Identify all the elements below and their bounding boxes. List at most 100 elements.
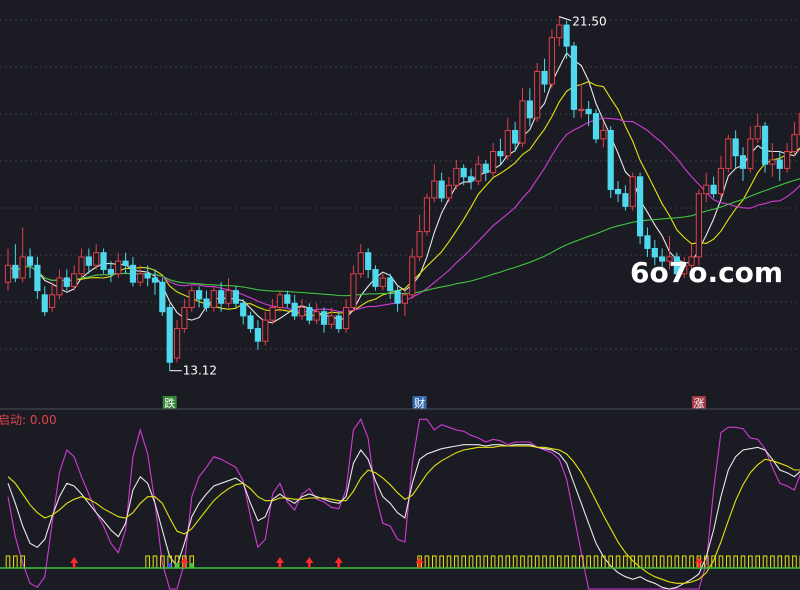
candle-body (585, 108, 592, 115)
candle-body (776, 159, 783, 169)
signal-bar (498, 555, 503, 569)
signal-bar (549, 555, 555, 569)
candle-body (137, 273, 144, 283)
candle-body (784, 151, 791, 169)
signal-bars (5, 555, 800, 569)
candle-body (365, 252, 372, 271)
candle-body (357, 252, 364, 275)
signal-bar (784, 555, 790, 569)
candle-body (63, 277, 70, 287)
candle-body (196, 290, 203, 300)
candle-body (328, 315, 335, 325)
candle-body (12, 264, 19, 279)
low-price-label: 13.12 (183, 364, 217, 378)
candle-body (637, 176, 644, 237)
signal-bar (623, 555, 628, 569)
candle-body (607, 129, 614, 190)
candle-body (416, 231, 423, 258)
candle-body (387, 277, 394, 292)
candle-body (372, 269, 379, 287)
signal-bar (718, 555, 724, 569)
indicator-label: 启动: 0.00 (0, 413, 57, 427)
signal-bar (777, 555, 783, 569)
candle-body (541, 70, 548, 85)
candle-body (107, 269, 115, 275)
signal-bar (586, 555, 591, 569)
candle-body (460, 167, 467, 178)
signal-bar (13, 555, 18, 569)
candle-body (445, 184, 453, 199)
signal-bar (556, 555, 562, 569)
candle-body (225, 290, 232, 304)
candle-body (4, 264, 12, 283)
signal-bar (571, 555, 577, 569)
candle-body (247, 315, 254, 330)
candle-body (85, 256, 92, 266)
buy-arrow (334, 557, 343, 568)
signal-bar (512, 555, 518, 569)
signal-bar (542, 555, 547, 569)
candle-body (159, 281, 166, 313)
signal-bar (520, 555, 525, 569)
event-marker-label: 涨 (693, 397, 704, 410)
candle-body (769, 159, 776, 165)
signal-bar (490, 555, 496, 569)
candle-body (115, 260, 122, 275)
candle-body (497, 151, 504, 157)
candle-body (703, 184, 710, 195)
signal-bar (564, 555, 569, 569)
kdj-indicator (7, 418, 800, 590)
candle-body (717, 167, 725, 195)
signal-bar (424, 555, 430, 569)
signal-bar (755, 555, 761, 569)
candle-body (240, 302, 247, 317)
candle-body (188, 290, 195, 308)
candle-body (614, 188, 622, 195)
candle-body (203, 298, 210, 308)
signal-bar (748, 555, 753, 569)
high-price-label: 21.50 (572, 15, 606, 29)
candle-body (71, 273, 78, 287)
candle-body (379, 277, 386, 287)
signal-bar (432, 555, 437, 569)
event-marker-label: 财 (414, 396, 425, 410)
candle-body (394, 290, 401, 304)
signal-bar (667, 555, 672, 569)
candle-body (548, 37, 555, 85)
candle-body (534, 70, 541, 119)
candle-body (298, 306, 306, 317)
candle-body (41, 294, 48, 313)
candle-body (409, 256, 416, 296)
candle-body (26, 256, 34, 266)
candle-body (306, 306, 313, 321)
buy-arrow (180, 557, 189, 568)
candle-body (504, 129, 511, 157)
candle-body (739, 155, 747, 169)
candlestick-series (4, 16, 800, 371)
candle-body (578, 108, 585, 112)
event-marker-label: 跌 (164, 396, 175, 410)
signal-bar (770, 555, 775, 569)
price-annotations: 21.50 13.12 (169, 15, 607, 378)
candle-body (269, 306, 276, 321)
candle-body (218, 290, 225, 304)
signal-bar (615, 555, 621, 569)
signal-bar (659, 555, 665, 569)
event-markers: 跌财涨 (162, 396, 706, 410)
candle-body (453, 167, 460, 186)
signal-bar (689, 555, 694, 569)
candle-body (56, 277, 63, 296)
candle-body (695, 193, 702, 258)
candle-body (570, 45, 578, 110)
signal-bar (505, 555, 511, 569)
candle-body (166, 306, 173, 363)
candle-body (100, 252, 107, 271)
candle-body (761, 125, 769, 165)
candle-body (181, 306, 188, 330)
candle-body (725, 138, 732, 169)
kdj-j-line (7, 418, 800, 590)
candle-body (512, 129, 519, 144)
candle-body (791, 134, 798, 153)
candle-body (423, 197, 431, 233)
signal-bar (145, 555, 150, 569)
